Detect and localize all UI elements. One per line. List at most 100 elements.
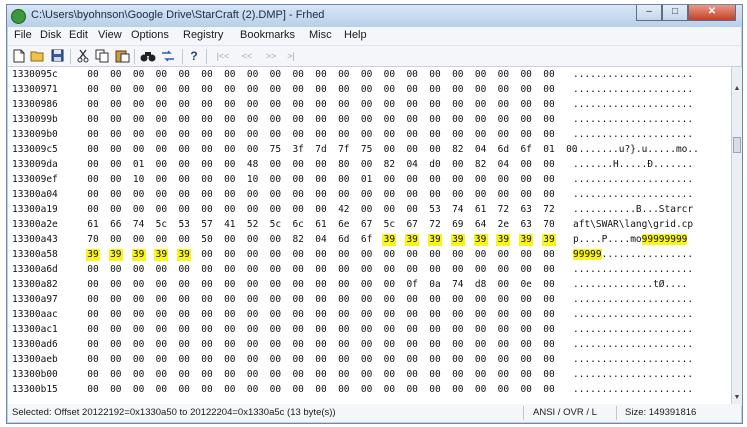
hex-byte[interactable]: 39 <box>496 234 511 246</box>
hex-byte[interactable]: 3f <box>291 144 305 156</box>
hex-byte[interactable]: 00 <box>154 69 168 81</box>
hex-byte[interactable]: 00 <box>519 339 533 351</box>
hex-byte[interactable]: 00 <box>223 249 237 261</box>
hex-byte[interactable]: 00 <box>291 159 305 171</box>
hex-byte[interactable]: 00 <box>291 384 305 396</box>
hex-byte[interactable]: 00 <box>132 369 146 381</box>
hex-byte[interactable]: 74 <box>132 219 146 231</box>
hex-byte[interactable]: 00 <box>177 99 191 111</box>
hex-byte[interactable]: 00 <box>291 309 305 321</box>
hex-byte[interactable]: 00 <box>200 279 214 291</box>
hex-byte[interactable]: 00 <box>496 339 510 351</box>
hex-byte[interactable]: 00 <box>291 324 305 336</box>
hex-byte[interactable]: 00 <box>405 339 419 351</box>
hex-byte[interactable]: 00 <box>109 369 123 381</box>
hex-byte[interactable]: 00 <box>109 279 123 291</box>
hex-byte[interactable]: 00 <box>337 339 351 351</box>
hex-byte[interactable]: 00 <box>314 339 328 351</box>
hex-byte[interactable]: 00 <box>86 369 100 381</box>
hex-byte[interactable]: 00 <box>268 69 282 81</box>
hex-row[interactable]: 13300a2e 61 66 74 5c 53 57 41 52 5c 6c 61 6e 67 5c 67 72… <box>8 219 731 231</box>
hex-byte[interactable]: 74 <box>451 204 465 216</box>
hex-byte[interactable]: 00 <box>86 309 100 321</box>
hex-byte[interactable]: 00 <box>474 174 488 186</box>
hex-byte[interactable]: 00 <box>428 369 442 381</box>
hex-byte[interactable]: 00 <box>542 324 556 336</box>
hex-byte[interactable]: 00 <box>132 339 146 351</box>
hex-byte[interactable]: 00 <box>496 84 510 96</box>
hex-byte[interactable]: 00 <box>337 99 351 111</box>
hex-byte[interactable]: 00 <box>314 129 328 141</box>
hex-byte[interactable]: 00 <box>246 324 260 336</box>
hex-byte[interactable]: 00 <box>337 324 351 336</box>
hex-byte[interactable]: 00 <box>451 159 465 171</box>
hex-byte[interactable]: 2e <box>496 219 510 231</box>
hex-byte[interactable]: 01 <box>542 144 556 156</box>
hex-byte[interactable]: 00 <box>451 384 465 396</box>
hex-byte[interactable]: 53 <box>428 204 442 216</box>
scroll-up-arrow-icon[interactable]: ▲ <box>732 83 742 95</box>
hex-byte[interactable]: 00 <box>382 309 396 321</box>
hex-byte[interactable]: 00 <box>86 204 100 216</box>
hex-byte[interactable]: 39 <box>519 234 534 246</box>
menu-edit[interactable]: Edit <box>69 29 88 41</box>
hex-row[interactable]: 1330099b 00 00 00 00 00 00 00 00 00 00 00 00 00 00 00 00… <box>8 114 731 126</box>
hex-byte[interactable]: 00 <box>200 309 214 321</box>
hex-byte[interactable]: 00 <box>246 279 260 291</box>
hex-byte[interactable]: 00 <box>542 279 556 291</box>
hex-byte[interactable]: 00 <box>200 324 214 336</box>
hex-byte[interactable]: 00 <box>451 369 465 381</box>
hex-byte[interactable]: 00 <box>109 144 123 156</box>
hex-byte[interactable]: 70 <box>86 234 100 246</box>
nav-first-icon[interactable]: |<< <box>214 49 232 64</box>
hex-row[interactable]: 133009da 00 00 01 00 00 00 00 48 00 00 00 80 00 82 04 d0… <box>8 159 731 171</box>
hex-byte[interactable]: 00 <box>542 249 556 261</box>
hex-byte[interactable]: 00 <box>382 69 396 81</box>
hex-byte[interactable]: 04 <box>474 144 488 156</box>
hex-byte[interactable]: 00 <box>223 324 237 336</box>
hex-byte[interactable]: 72 <box>542 204 556 216</box>
hex-byte[interactable]: 00 <box>154 264 168 276</box>
hex-byte[interactable]: 00 <box>200 294 214 306</box>
hex-byte[interactable]: 00 <box>154 324 168 336</box>
hex-byte[interactable]: 00 <box>496 129 510 141</box>
hex-byte[interactable]: 6d <box>337 234 351 246</box>
hex-byte[interactable]: 00 <box>314 159 328 171</box>
hex-byte[interactable]: 00 <box>132 204 146 216</box>
hex-byte[interactable]: 00 <box>496 69 510 81</box>
hex-byte[interactable]: 00 <box>451 339 465 351</box>
hex-row[interactable]: 13300a58 39 39 39 39 39 00 00 00 00 00 00 00 00 00 00 00… <box>8 249 731 261</box>
hex-byte[interactable]: 00 <box>291 84 305 96</box>
hex-byte[interactable]: 00 <box>223 234 237 246</box>
hex-byte[interactable]: 00 <box>360 69 374 81</box>
ascii-column[interactable]: ..................... <box>573 69 729 81</box>
hex-byte[interactable]: 00 <box>154 204 168 216</box>
hex-byte[interactable]: 00 <box>337 354 351 366</box>
hex-byte[interactable]: 00 <box>451 174 465 186</box>
hex-byte[interactable]: 00 <box>451 84 465 96</box>
hex-byte[interactable]: 00 <box>291 294 305 306</box>
hex-byte[interactable]: 61 <box>474 204 488 216</box>
hex-byte[interactable]: 00 <box>337 309 351 321</box>
save-icon[interactable] <box>50 49 64 64</box>
hex-byte[interactable]: 00 <box>496 384 510 396</box>
hex-byte[interactable]: 00 <box>496 114 510 126</box>
hex-byte[interactable]: 00 <box>360 369 374 381</box>
menu-view[interactable]: View <box>98 29 122 41</box>
hex-byte[interactable]: 00 <box>86 294 100 306</box>
hex-byte[interactable]: 00 <box>360 84 374 96</box>
hex-byte[interactable]: 00 <box>109 294 123 306</box>
hex-byte[interactable]: 00 <box>405 324 419 336</box>
hex-row[interactable]: 133009ef 00 00 10 00 00 00 00 10 00 00 00 00 01 00 00 00… <box>8 174 731 186</box>
hex-byte[interactable]: 61 <box>314 219 328 231</box>
hex-byte[interactable]: 00 <box>246 264 260 276</box>
hex-byte[interactable]: 00 <box>291 99 305 111</box>
hex-byte[interactable]: 00 <box>246 144 260 156</box>
menu-registry[interactable]: Registry <box>183 29 223 41</box>
hex-byte[interactable]: 63 <box>519 204 533 216</box>
hex-byte[interactable]: 41 <box>223 219 237 231</box>
hex-byte[interactable]: 00 <box>360 99 374 111</box>
hex-byte[interactable]: 00 <box>268 174 282 186</box>
hex-byte[interactable]: 00 <box>519 69 533 81</box>
hex-byte[interactable]: 00 <box>542 264 556 276</box>
